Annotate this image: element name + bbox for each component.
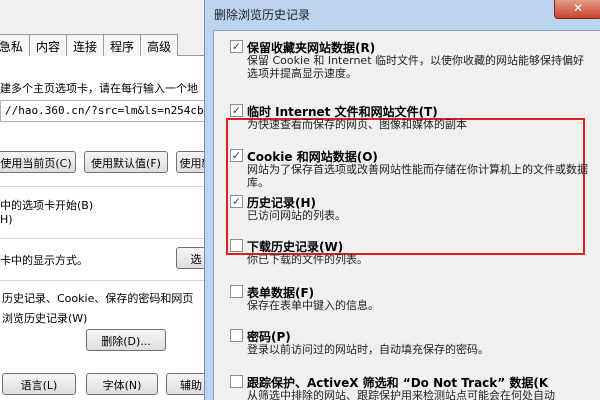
option-description: 你已下载的文件的列表。: [247, 253, 368, 266]
tab-connections[interactable]: 连接: [66, 34, 105, 56]
delete-browsing-history-dialog: 删除浏览历史记录 ✕ ✓ 保留收藏夹网站数据(R) 保留 Cookie 和 In…: [204, 0, 600, 400]
option-description: 保存在表单中键入的信息。: [247, 299, 379, 312]
option-description: 网站为了保存首选项或改善网站性能而存储在你计算机上的文件或数据库。: [247, 163, 588, 189]
checkbox-cookies[interactable]: ✓: [230, 149, 243, 162]
option-description: 为快速查看而保存的网页、图像和媒体的副本: [247, 118, 467, 131]
delete-history-button[interactable]: 删除(D)...: [86, 329, 166, 351]
use-default-button[interactable]: 使用默认值(F): [84, 151, 168, 173]
languages-button[interactable]: 语言(L): [2, 373, 76, 395]
option-description: 从筛选中排除的网站、跟踪保护用来检测站点可能会在何处自动: [247, 389, 555, 400]
checkbox-preserve-favorites[interactable]: ✓: [230, 40, 243, 53]
tab-strip: 急私 内容 连接 程序 高级: [0, 34, 179, 56]
checkbox-form-data[interactable]: [230, 285, 243, 298]
checkbox-download-history[interactable]: [230, 239, 243, 252]
checkbox-tracking-protection[interactable]: [230, 375, 243, 388]
tab-content[interactable]: 内容: [29, 34, 68, 56]
checkbox-passwords[interactable]: [230, 329, 243, 342]
browsing-history-label: 历史记录、Cookie、保存的密码和网页: [2, 292, 194, 305]
startup-label: 中的选项卡开始(B): [0, 199, 94, 212]
dialog-title: 删除浏览历史记录: [214, 8, 311, 22]
tab-programs[interactable]: 程序: [103, 34, 142, 56]
option-description: 保留 Cookie 和 Internet 临时文件，以使你收藏的网站能够保持偏好…: [247, 54, 584, 80]
internet-options-window: 急私 内容 连接 程序 高级 建多个主页选项卡，请在每行输入一个地 //hao.…: [0, 0, 210, 400]
option-description: 登录以前访问过的网站时，自动填充保存的密码。: [247, 343, 489, 356]
delete-on-exit-label[interactable]: 浏览历史记录(W): [2, 310, 87, 326]
checkbox-history[interactable]: ✓: [230, 195, 243, 208]
close-icon[interactable]: ✕: [554, 0, 600, 19]
home-page-instruction: 建多个主页选项卡，请在每行输入一个地: [0, 82, 198, 95]
option-description: 已访问网站的列表。: [247, 209, 346, 222]
fonts-button[interactable]: 字体(N): [86, 373, 158, 395]
home-page-address-input[interactable]: //hao.360.cn/?src=lm&ls=n254cbc0: [0, 100, 210, 122]
startup-sub-label: H): [0, 213, 13, 226]
divider: [0, 280, 210, 281]
tab-privacy[interactable]: 急私: [0, 34, 31, 56]
checkbox-temp-internet-files[interactable]: ✓: [230, 104, 243, 117]
tabs-display-label: 卡中的显示方式。: [0, 254, 88, 267]
dialog-body: ✓ 保留收藏夹网站数据(R) 保留 Cookie 和 Internet 临时文件…: [213, 30, 600, 400]
divider: [0, 238, 210, 239]
divider: [0, 186, 210, 187]
tab-advanced[interactable]: 高级: [140, 34, 179, 56]
use-current-button[interactable]: 使用当前页(C): [0, 151, 76, 173]
